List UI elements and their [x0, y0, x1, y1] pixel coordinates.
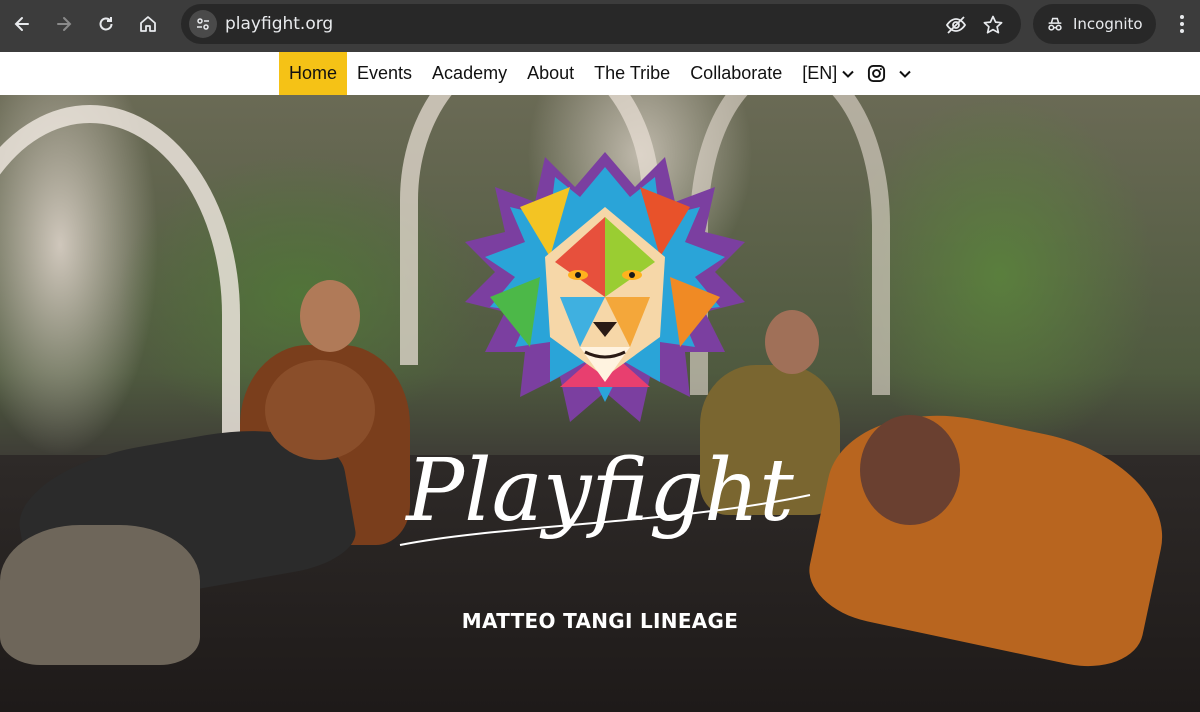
- nav-home[interactable]: Home: [279, 52, 348, 95]
- script-title-text: Playfight: [404, 441, 794, 541]
- incognito-icon: [1048, 17, 1062, 31]
- incognito-label: Incognito: [1073, 15, 1143, 33]
- nav-collaborate[interactable]: Collaborate: [680, 52, 792, 95]
- forward-icon[interactable]: [48, 8, 80, 40]
- incognito-indicator[interactable]: Incognito: [1033, 4, 1156, 44]
- main-menu: Home Events Academy About The Tribe Coll…: [279, 52, 918, 95]
- browser-toolbar: playfight.org Incognito: [0, 0, 1200, 52]
- site-header: Home Events Academy About The Tribe Coll…: [0, 52, 1200, 95]
- chevron-down-icon: [899, 70, 911, 78]
- nav-about[interactable]: About: [517, 52, 584, 95]
- social-menu[interactable]: [861, 52, 918, 95]
- playfight-script-title: Playfight: [399, 441, 811, 546]
- bookmark-star-icon[interactable]: [982, 14, 1004, 36]
- browser-menu-icon[interactable]: [1172, 10, 1192, 38]
- url-text: playfight.org: [225, 14, 334, 34]
- hero-tagline: MATTEO TANGI LINEAGE: [461, 609, 739, 633]
- chevron-down-icon: [842, 70, 854, 78]
- site-settings-icon[interactable]: [189, 10, 217, 38]
- reload-icon[interactable]: [90, 8, 122, 40]
- nav-the-tribe[interactable]: The Tribe: [584, 52, 680, 95]
- home-icon[interactable]: [132, 8, 164, 40]
- address-bar[interactable]: playfight.org: [181, 4, 1021, 44]
- back-icon[interactable]: [6, 8, 38, 40]
- language-selector[interactable]: [EN]: [792, 52, 861, 95]
- eye-off-icon[interactable]: [945, 14, 967, 36]
- instagram-icon: [868, 64, 886, 83]
- language-label: [EN]: [802, 63, 838, 83]
- hero-banner: Playfight MATTEO TANGI LINEAGE: [0, 95, 1200, 712]
- nav-academy[interactable]: Academy: [422, 52, 517, 95]
- nav-events[interactable]: Events: [347, 52, 422, 95]
- lion-logo: [465, 152, 745, 422]
